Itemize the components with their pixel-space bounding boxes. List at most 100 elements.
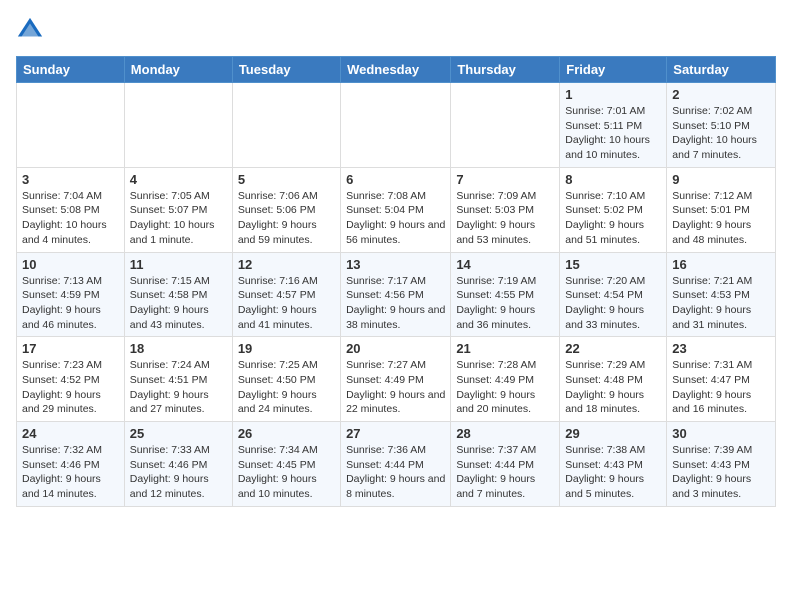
day-cell: 17 Sunrise: 7:23 AMSunset: 4:52 PMDayligh… xyxy=(17,337,125,422)
day-number: 4 xyxy=(130,172,227,187)
day-cell: 14 Sunrise: 7:19 AMSunset: 4:55 PMDayligh… xyxy=(451,252,560,337)
calendar: SundayMondayTuesdayWednesdayThursdayFrid… xyxy=(16,56,776,507)
day-info: Sunrise: 7:34 AMSunset: 4:45 PMDaylight:… xyxy=(238,443,335,502)
weekday-header-friday: Friday xyxy=(560,57,667,83)
day-cell: 5Sunrise: 7:06 AMSunset: 5:06 PMDaylight… xyxy=(232,167,340,252)
day-number: 17 xyxy=(22,341,119,356)
day-cell: 22 Sunrise: 7:29 AMSunset: 4:48 PMDayligh… xyxy=(560,337,667,422)
day-number: 16 xyxy=(672,257,770,272)
day-cell: 4Sunrise: 7:05 AMSunset: 5:07 PMDaylight… xyxy=(124,167,232,252)
day-cell: 16 Sunrise: 7:21 AMSunset: 4:53 PMDayligh… xyxy=(667,252,776,337)
day-cell: 25 Sunrise: 7:33 AMSunset: 4:46 PMDayligh… xyxy=(124,422,232,507)
day-info: Sunrise: 7:12 AMSunset: 5:01 PMDaylight:… xyxy=(672,189,770,248)
day-number: 27 xyxy=(346,426,445,441)
week-row-3: 10 Sunrise: 7:13 AMSunset: 4:59 PMDayligh… xyxy=(17,252,776,337)
day-cell: 9 Sunrise: 7:12 AMSunset: 5:01 PMDaylight… xyxy=(667,167,776,252)
day-info: Sunrise: 7:38 AMSunset: 4:43 PMDaylight:… xyxy=(565,443,661,502)
day-cell: 19Sunrise: 7:25 AMSunset: 4:50 PMDayligh… xyxy=(232,337,340,422)
day-number: 2 xyxy=(672,87,770,102)
day-cell: 8 Sunrise: 7:10 AMSunset: 5:02 PMDaylight… xyxy=(560,167,667,252)
day-number: 30 xyxy=(672,426,770,441)
day-cell: 7 Sunrise: 7:09 AMSunset: 5:03 PMDaylight… xyxy=(451,167,560,252)
weekday-header-monday: Monday xyxy=(124,57,232,83)
day-info: Sunrise: 7:33 AMSunset: 4:46 PMDaylight:… xyxy=(130,443,227,502)
day-number: 14 xyxy=(456,257,554,272)
week-row-4: 17 Sunrise: 7:23 AMSunset: 4:52 PMDayligh… xyxy=(17,337,776,422)
page-container: SundayMondayTuesdayWednesdayThursdayFrid… xyxy=(0,0,792,523)
day-number: 12 xyxy=(238,257,335,272)
day-number: 20 xyxy=(346,341,445,356)
day-number: 25 xyxy=(130,426,227,441)
day-cell: 21 Sunrise: 7:28 AMSunset: 4:49 PMDayligh… xyxy=(451,337,560,422)
day-number: 11 xyxy=(130,257,227,272)
day-number: 26 xyxy=(238,426,335,441)
day-info: Sunrise: 7:28 AMSunset: 4:49 PMDaylight:… xyxy=(456,358,554,417)
day-cell: 11 Sunrise: 7:15 AMSunset: 4:58 PMDayligh… xyxy=(124,252,232,337)
day-info: Sunrise: 7:08 AMSunset: 5:04 PMDaylight:… xyxy=(346,189,445,248)
logo-icon xyxy=(16,16,44,44)
week-row-1: 1 Sunrise: 7:01 AMSunset: 5:11 PMDaylight… xyxy=(17,83,776,168)
day-info: Sunrise: 7:21 AMSunset: 4:53 PMDaylight:… xyxy=(672,274,770,333)
weekday-header-tuesday: Tuesday xyxy=(232,57,340,83)
day-info: Sunrise: 7:31 AMSunset: 4:47 PMDaylight:… xyxy=(672,358,770,417)
day-info: Sunrise: 7:23 AMSunset: 4:52 PMDaylight:… xyxy=(22,358,119,417)
day-info: Sunrise: 7:32 AMSunset: 4:46 PMDaylight:… xyxy=(22,443,119,502)
day-info: Sunrise: 7:02 AMSunset: 5:10 PMDaylight:… xyxy=(672,104,770,163)
day-number: 21 xyxy=(456,341,554,356)
weekday-header-wednesday: Wednesday xyxy=(341,57,451,83)
day-cell: 10 Sunrise: 7:13 AMSunset: 4:59 PMDayligh… xyxy=(17,252,125,337)
day-cell: 18Sunrise: 7:24 AMSunset: 4:51 PMDayligh… xyxy=(124,337,232,422)
day-cell xyxy=(232,83,340,168)
day-number: 15 xyxy=(565,257,661,272)
weekday-header-thursday: Thursday xyxy=(451,57,560,83)
day-cell xyxy=(341,83,451,168)
day-number: 18 xyxy=(130,341,227,356)
day-number: 1 xyxy=(565,87,661,102)
day-info: Sunrise: 7:01 AMSunset: 5:11 PMDaylight:… xyxy=(565,104,661,163)
day-cell: 20 Sunrise: 7:27 AMSunset: 4:49 PMDayligh… xyxy=(341,337,451,422)
day-cell xyxy=(451,83,560,168)
day-cell: 15 Sunrise: 7:20 AMSunset: 4:54 PMDayligh… xyxy=(560,252,667,337)
day-number: 22 xyxy=(565,341,661,356)
day-cell: 12 Sunrise: 7:16 AMSunset: 4:57 PMDayligh… xyxy=(232,252,340,337)
day-number: 7 xyxy=(456,172,554,187)
day-cell: 6Sunrise: 7:08 AMSunset: 5:04 PMDaylight… xyxy=(341,167,451,252)
day-cell: 26 Sunrise: 7:34 AMSunset: 4:45 PMDayligh… xyxy=(232,422,340,507)
day-cell: 27 Sunrise: 7:36 AMSunset: 4:44 PMDayligh… xyxy=(341,422,451,507)
day-number: 8 xyxy=(565,172,661,187)
day-number: 5 xyxy=(238,172,335,187)
day-cell: 30 Sunrise: 7:39 AMSunset: 4:43 PMDayligh… xyxy=(667,422,776,507)
day-info: Sunrise: 7:13 AMSunset: 4:59 PMDaylight:… xyxy=(22,274,119,333)
week-row-2: 3Sunrise: 7:04 AMSunset: 5:08 PMDaylight… xyxy=(17,167,776,252)
day-info: Sunrise: 7:27 AMSunset: 4:49 PMDaylight:… xyxy=(346,358,445,417)
day-number: 29 xyxy=(565,426,661,441)
logo xyxy=(16,16,48,44)
day-number: 3 xyxy=(22,172,119,187)
day-info: Sunrise: 7:15 AMSunset: 4:58 PMDaylight:… xyxy=(130,274,227,333)
day-number: 13 xyxy=(346,257,445,272)
header xyxy=(16,16,776,44)
day-info: Sunrise: 7:09 AMSunset: 5:03 PMDaylight:… xyxy=(456,189,554,248)
day-cell: 3Sunrise: 7:04 AMSunset: 5:08 PMDaylight… xyxy=(17,167,125,252)
weekday-header-row: SundayMondayTuesdayWednesdayThursdayFrid… xyxy=(17,57,776,83)
day-cell: 2 Sunrise: 7:02 AMSunset: 5:10 PMDaylight… xyxy=(667,83,776,168)
day-number: 9 xyxy=(672,172,770,187)
day-number: 24 xyxy=(22,426,119,441)
day-info: Sunrise: 7:19 AMSunset: 4:55 PMDaylight:… xyxy=(456,274,554,333)
day-cell: 1 Sunrise: 7:01 AMSunset: 5:11 PMDaylight… xyxy=(560,83,667,168)
day-number: 23 xyxy=(672,341,770,356)
day-number: 10 xyxy=(22,257,119,272)
day-cell: 28Sunrise: 7:37 AMSunset: 4:44 PMDayligh… xyxy=(451,422,560,507)
day-info: Sunrise: 7:36 AMSunset: 4:44 PMDaylight:… xyxy=(346,443,445,502)
day-cell xyxy=(17,83,125,168)
weekday-header-saturday: Saturday xyxy=(667,57,776,83)
day-cell: 24 Sunrise: 7:32 AMSunset: 4:46 PMDayligh… xyxy=(17,422,125,507)
day-info: Sunrise: 7:10 AMSunset: 5:02 PMDaylight:… xyxy=(565,189,661,248)
day-cell xyxy=(124,83,232,168)
weekday-header-sunday: Sunday xyxy=(17,57,125,83)
day-info: Sunrise: 7:25 AMSunset: 4:50 PMDaylight:… xyxy=(238,358,335,417)
day-info: Sunrise: 7:39 AMSunset: 4:43 PMDaylight:… xyxy=(672,443,770,502)
day-info: Sunrise: 7:29 AMSunset: 4:48 PMDaylight:… xyxy=(565,358,661,417)
day-info: Sunrise: 7:16 AMSunset: 4:57 PMDaylight:… xyxy=(238,274,335,333)
day-info: Sunrise: 7:20 AMSunset: 4:54 PMDaylight:… xyxy=(565,274,661,333)
